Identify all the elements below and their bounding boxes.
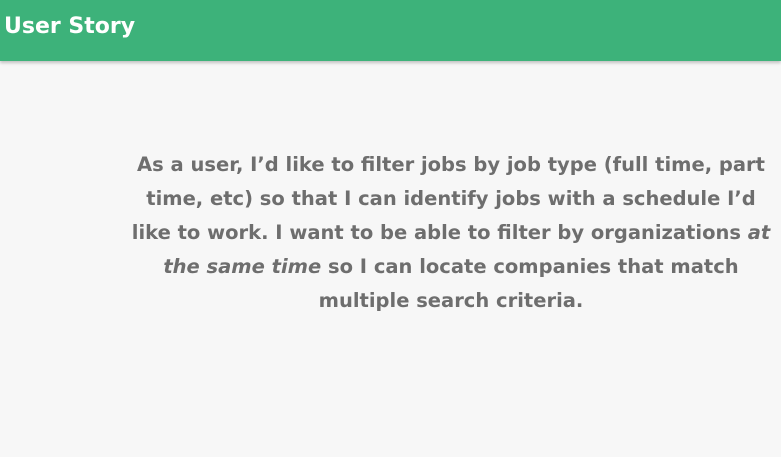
header-bar: User Story: [0, 0, 781, 61]
story-text-before: As a user, I’d like to filter jobs by jo…: [131, 153, 765, 244]
story-text-after: so I can locate companies that match mul…: [318, 255, 739, 312]
page-title: User Story: [4, 14, 136, 39]
user-story-text: As a user, I’d like to filter jobs by jo…: [130, 148, 772, 318]
